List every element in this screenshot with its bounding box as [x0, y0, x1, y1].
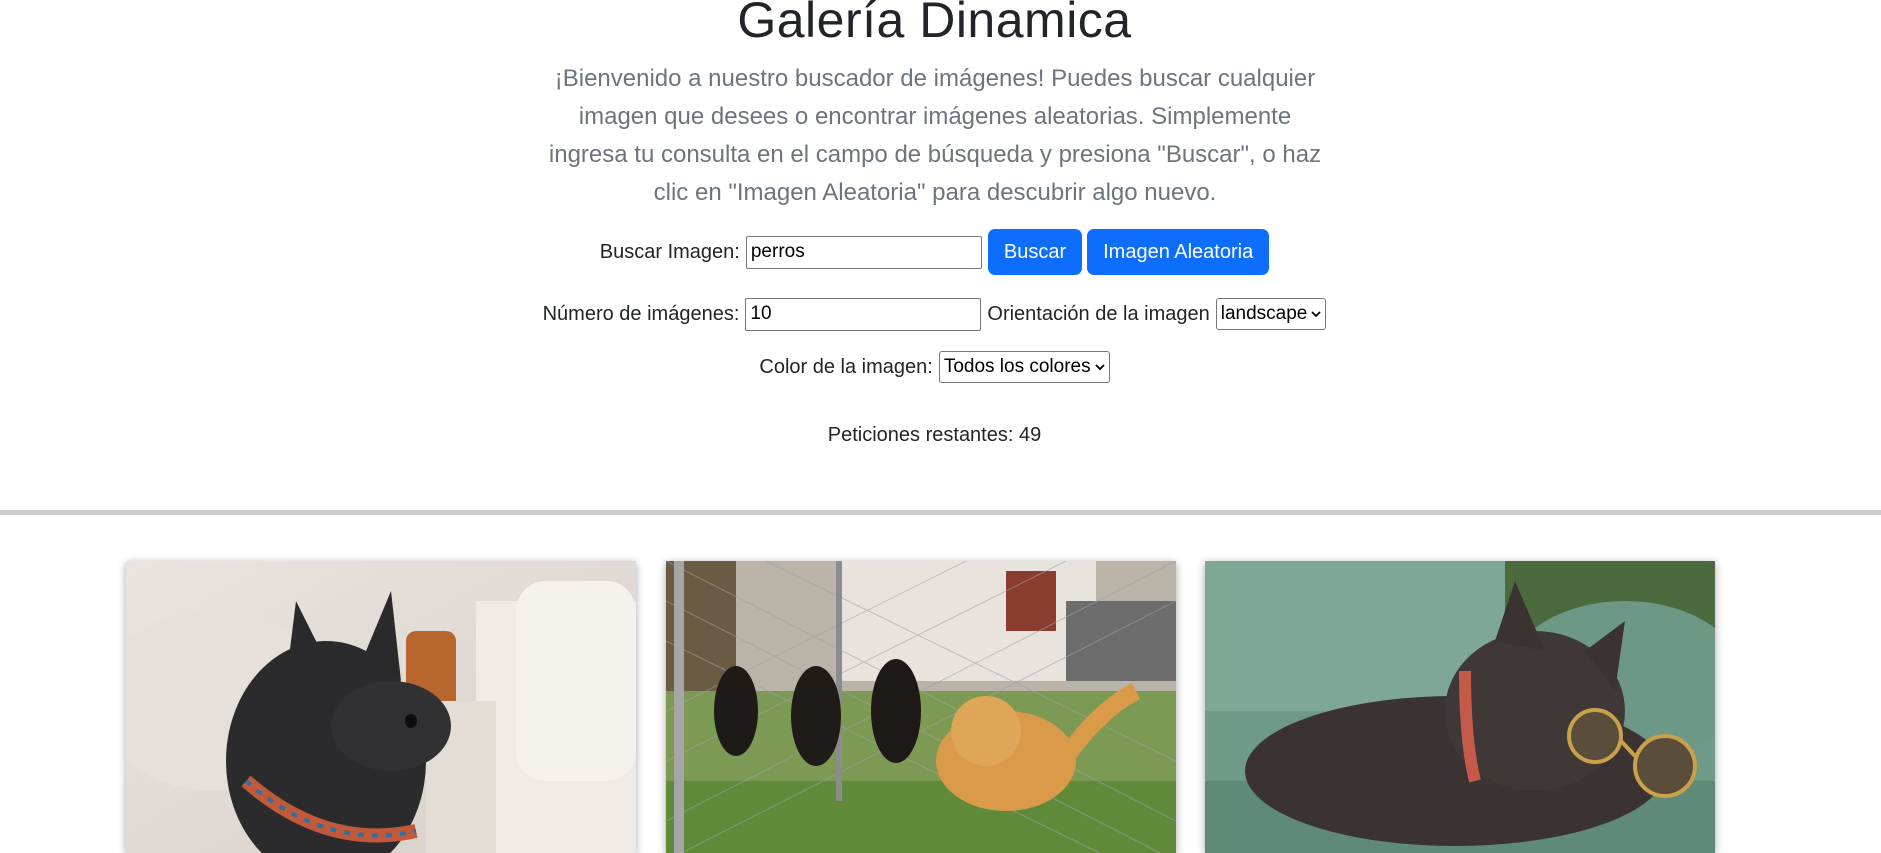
intro-text: ¡Bienvenido a nuestro buscador de imágen…: [548, 65, 1322, 206]
random-image-button[interactable]: Imagen Aleatoria: [1087, 229, 1270, 275]
gallery-image-2[interactable]: [666, 561, 1176, 853]
dog-photo-3: [1205, 561, 1715, 853]
search-label: Buscar Imagen:: [599, 240, 740, 263]
image-gallery: [126, 561, 1716, 853]
search-input[interactable]: [745, 235, 982, 269]
remaining-requests: Peticiones restantes: 49: [827, 423, 1042, 446]
dog-photo-1: [126, 561, 636, 853]
divider: [0, 510, 1881, 515]
count-input[interactable]: [745, 297, 982, 331]
gallery-image-3[interactable]: [1205, 561, 1715, 853]
orientation-label: Orientación de la imagen: [987, 302, 1210, 325]
chevron-down-icon: [1094, 364, 1105, 371]
options-row: Número de imágenes: Orientación de la im…: [0, 294, 1869, 334]
orientation-select[interactable]: landscape: [1215, 298, 1327, 330]
dog-photo-2: [666, 561, 1176, 853]
page-title: Galería Dinamica: [737, 0, 1132, 48]
chevron-down-icon: [1311, 311, 1322, 318]
search-row: Buscar Imagen: Buscar Imagen Aleatoria: [0, 228, 1869, 276]
color-row: Color de la imagen: Todos los colores: [0, 350, 1869, 384]
search-button[interactable]: Buscar: [987, 229, 1083, 275]
orientation-selected-value: landscape: [1220, 303, 1308, 324]
gallery-image-1[interactable]: [126, 561, 636, 853]
header: Galería Dinamica ¡Bienvenido a nuestro b…: [0, 0, 1881, 510]
status-row: Peticiones restantes: 49: [0, 420, 1869, 450]
color-selected-value: Todos los colores: [943, 356, 1091, 377]
count-label: Número de imágenes:: [542, 302, 740, 325]
color-select[interactable]: Todos los colores: [938, 351, 1110, 383]
color-label: Color de la imagen:: [759, 355, 933, 378]
